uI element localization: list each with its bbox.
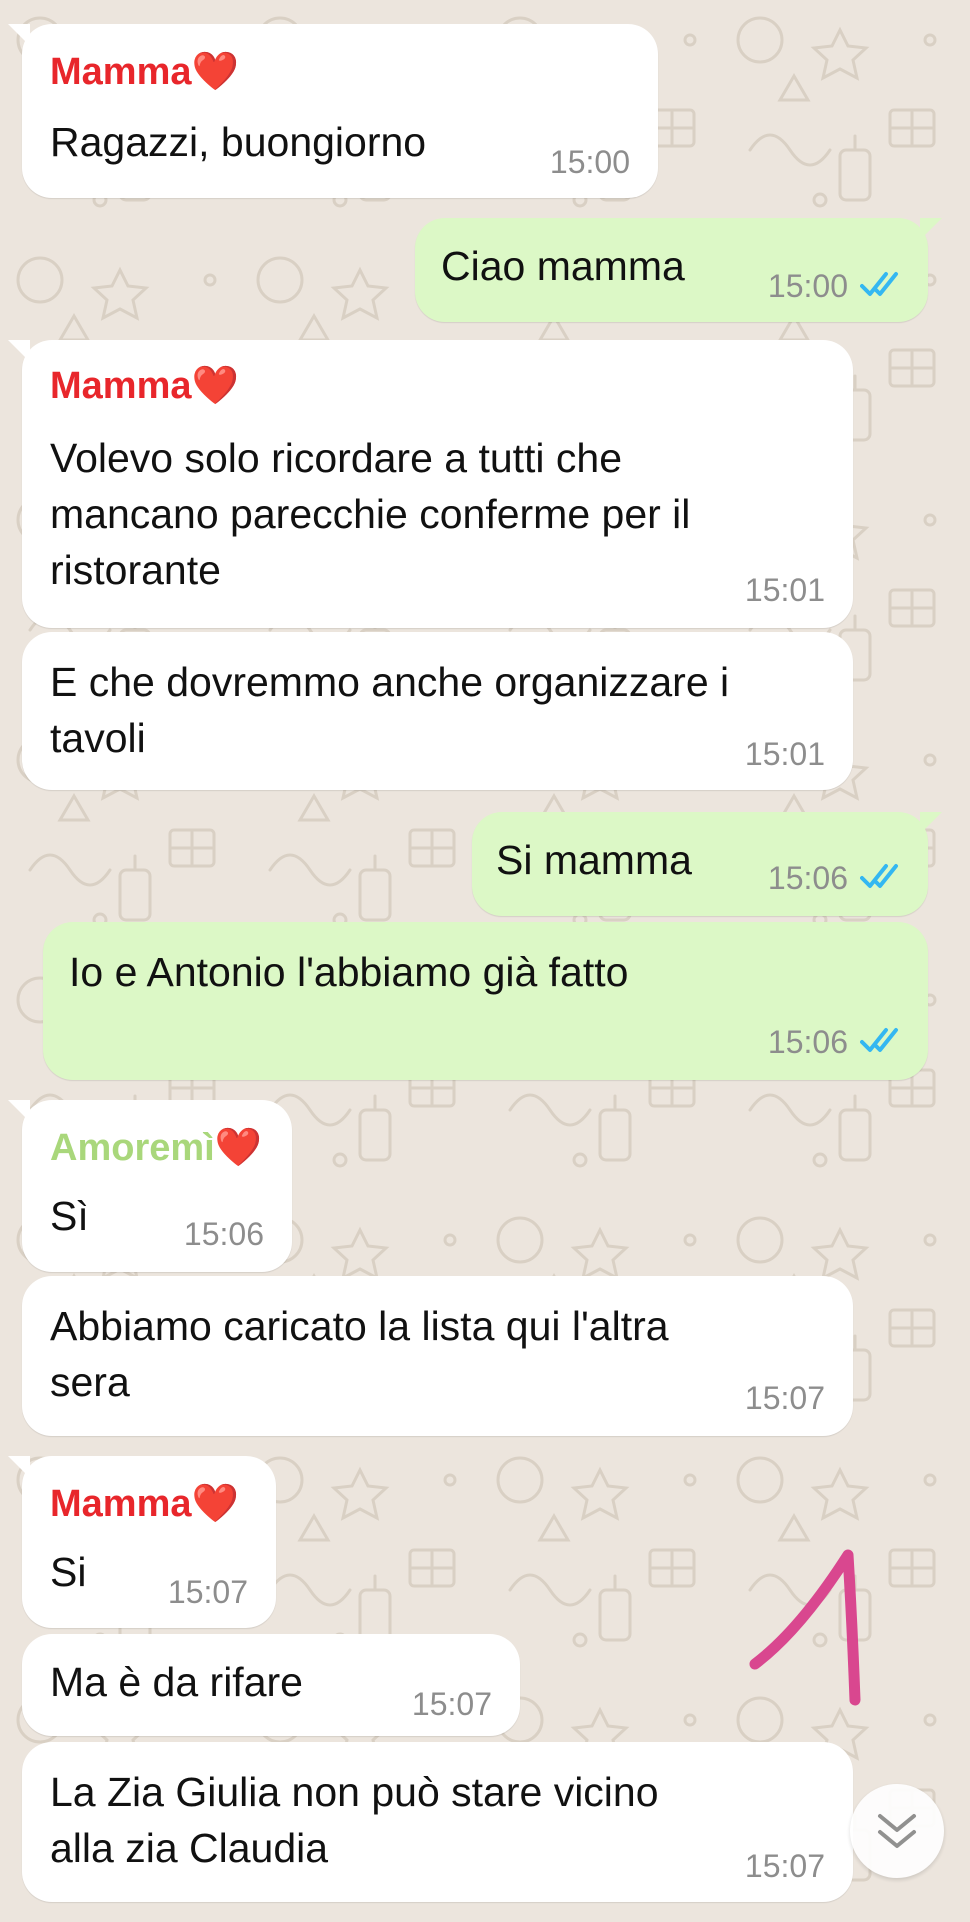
message-bubble-outgoing[interactable]: Si mamma 15:06 [472,812,942,916]
message-text: Si mamma [496,837,692,883]
message-bubble-incoming[interactable]: La Zia Giulia non può stare vicino alla … [22,1742,853,1902]
sender-name-label: Mamma [50,365,192,407]
heart-emoji: ❤️ [191,51,239,93]
sender-name: Amoremì❤️ [50,1126,262,1170]
message-text: Io e Antonio l'abbiamo già fatto [69,949,629,995]
sender-name-label: Amoremì [50,1127,215,1169]
message-text: Si [50,1549,87,1595]
message-bubble-incoming[interactable]: Mamma❤️ Volevo solo ricordare a tutti ch… [8,340,853,628]
message-time: 15:06 [767,860,848,896]
sender-name-label: Mamma [50,51,192,93]
sender-name: Mamma❤️ [50,1482,239,1526]
message-time: 15:01 [744,572,825,608]
message-time: 15:07 [167,1574,248,1610]
message-text: Sì [50,1193,89,1239]
message-text: Abbiamo caricato la lista qui l'altra se… [50,1303,669,1405]
message-time: 15:06 [767,1024,848,1060]
double-check-icon [860,864,898,888]
scroll-to-bottom-button[interactable] [850,1784,944,1878]
message-bubble-incoming[interactable]: E che dovremmo anche organizzare i tavol… [22,632,853,790]
message-text: Ragazzi, buongiorno [50,119,427,165]
message-bubble-incoming[interactable]: Mamma❤️ Ragazzi, buongiorno 15:00 [8,24,658,198]
message-bubble-incoming[interactable]: Ma è da rifare 15:07 [22,1634,520,1736]
message-time: 15:00 [549,144,630,180]
message-text: La Zia Giulia non può stare vicino alla … [50,1769,659,1871]
heart-emoji: ❤️ [191,365,239,407]
message-text: Ciao mamma [441,243,685,289]
message-text: Ma è da rifare [50,1659,303,1705]
message-time: 15:01 [744,736,825,772]
double-check-icon [860,1028,898,1052]
message-bubble-outgoing[interactable]: Io e Antonio l'abbiamo già fatto 15:06 [43,922,928,1080]
message-time: 15:07 [411,1686,492,1722]
sender-name: Mamma❤️ [50,364,239,408]
message-time: 15:00 [767,268,848,304]
message-bubble-incoming[interactable]: Mamma❤️ Si 15:07 [8,1456,276,1628]
chevron-down-icon [878,1814,916,1848]
heart-emoji: ❤️ [191,1483,239,1525]
message-time: 15:06 [183,1216,264,1252]
message-bubble-incoming[interactable]: Abbiamo caricato la lista qui l'altra se… [22,1276,853,1436]
message-bubble-incoming[interactable]: Amoremì❤️ Sì 15:06 [8,1100,292,1272]
message-time: 15:07 [744,1848,825,1884]
handwritten-number-one [749,1549,861,1706]
message-bubble-outgoing[interactable]: Ciao mamma 15:00 [415,218,942,322]
heart-emoji: ❤️ [214,1127,263,1169]
message-text: Volevo solo ricordare a tutti che mancan… [50,435,691,593]
double-check-icon [860,272,898,296]
sender-name: Mamma❤️ [50,50,239,94]
sender-name-label: Mamma [50,1483,192,1525]
message-text: E che dovremmo anche organizzare i tavol… [50,659,730,761]
message-time: 15:07 [744,1380,825,1416]
